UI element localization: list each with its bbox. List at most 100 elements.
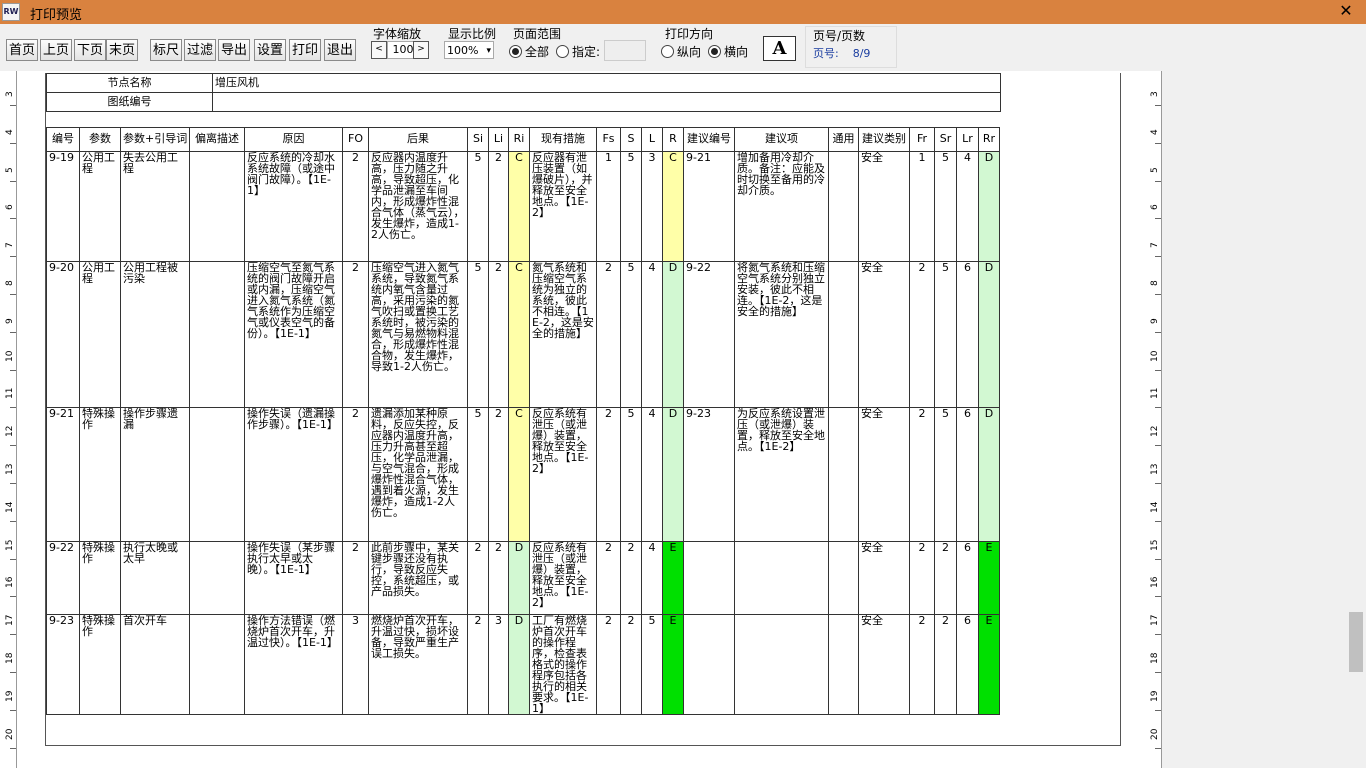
cell-fr: 1 <box>909 151 935 262</box>
cell-category: 安全 <box>858 614 910 715</box>
cell-consequence: 压缩空气进入氮气系统，导致氮气系统内氧气含量过高，采用污染的氮气吹扫或置换工艺系… <box>368 261 468 408</box>
next-page-button[interactable]: 下页 <box>74 39 106 61</box>
cell-rr: D <box>978 261 1000 408</box>
range-all-radio[interactable]: 全部 <box>509 43 549 60</box>
table-row: 9-20 公用工程 公用工程被污染 压缩空气至氮气系统的阀门故障开启或内漏，压缩空气进… <box>46 261 1000 408</box>
portrait-radio[interactable]: 纵向 <box>661 43 701 60</box>
cell-rr: D <box>978 407 1000 542</box>
cell-si: 5 <box>467 407 489 542</box>
export-button[interactable]: 导出 <box>218 39 250 61</box>
header-table: 节点名称 增压风机 图纸编号 <box>46 73 1001 112</box>
cell-general <box>828 261 859 408</box>
scale-select[interactable]: 100% ▾ <box>444 41 494 59</box>
ruler-number: 12 <box>5 425 15 438</box>
cell-fo: 2 <box>342 151 369 262</box>
cell-li: 2 <box>488 151 509 262</box>
ruler-tick <box>10 596 16 598</box>
header-row: 节点名称 增压风机 <box>46 73 1001 93</box>
ruler-tick <box>10 105 16 106</box>
font-icon[interactable]: A <box>763 36 796 61</box>
table-row: 9-23 特殊操作 首次开车 操作方法错误（燃烧炉首次开车，升温过快）。【1E-1】 3… <box>46 614 1000 715</box>
cell-dev <box>189 407 245 542</box>
ruler-number: 20 <box>5 728 15 740</box>
cell-cause: 操作失误（某步骤执行太早或太晚）。【1E-1】 <box>244 541 343 615</box>
cell-s: 5 <box>620 261 642 408</box>
column-header: R <box>662 127 684 152</box>
ruler-number: 13 <box>1150 463 1160 475</box>
prev-page-button[interactable]: 上页 <box>40 39 72 61</box>
ruler-tick <box>1155 331 1161 333</box>
range-specify-radio[interactable]: 指定: <box>556 43 600 60</box>
cell-rr: E <box>978 614 1000 715</box>
cell-measures: 氮气系统和压缩空气系统为独立的系统，彼此不相连。【1E-2，这是安全的措施】 <box>529 261 597 408</box>
settings-button[interactable]: 设置 <box>254 39 286 61</box>
ruler-button[interactable]: 标尺 <box>150 39 182 61</box>
cell-param: 特殊操作 <box>79 614 121 715</box>
landscape-radio[interactable]: 横向 <box>708 43 748 60</box>
cell-general <box>828 614 859 715</box>
exit-button[interactable]: 退出 <box>324 39 356 61</box>
cell-r: E <box>662 614 684 715</box>
drawing-no-label: 图纸编号 <box>46 92 213 112</box>
drawing-no-value <box>212 92 1001 112</box>
cell-param: 特殊操作 <box>79 407 121 542</box>
scale-label: 显示比例 <box>448 27 497 41</box>
cell-cause: 压缩空气至氮气系统的阀门故障开启或内漏，压缩空气进入氮气系统（氮气系统作为压缩空… <box>244 261 343 408</box>
ruler-number: 17 <box>5 614 15 627</box>
cell-li: 2 <box>488 407 509 542</box>
range-specify-label: 指定: <box>572 45 601 59</box>
scroll-thumb[interactable] <box>1349 612 1363 672</box>
cell-consequence: 燃烧炉首次开车，升温过快，损坏设备，导致严重生产误工损失。 <box>368 614 468 715</box>
cell-id: 9-21 <box>46 407 80 542</box>
cell-suggestion <box>734 541 829 615</box>
window-title: 打印预览 <box>30 8 83 23</box>
zoom-increase-button[interactable]: > <box>413 41 429 59</box>
ruler-tick <box>10 634 16 636</box>
cell-cause: 操作失误（遗漏操作步骤）。【1E-1】 <box>244 407 343 542</box>
ruler-tick <box>10 331 16 333</box>
ruler-number: 9 <box>5 318 15 324</box>
cell-measures: 反应系统有泄压（或泄爆）装置，释放至安全地点。【1E-2】 <box>529 407 597 542</box>
close-icon[interactable]: ✕ <box>1336 1 1356 21</box>
ruler-tick <box>10 709 16 711</box>
cell-l: 5 <box>641 614 663 715</box>
range-input[interactable] <box>604 40 646 61</box>
column-header: Fr <box>909 127 935 152</box>
table-row: 9-22 特殊操作 执行太晚或太早 操作失误（某步骤执行太早或太晚）。【1E-1】 2 此… <box>46 541 1000 615</box>
ruler-number: 14 <box>5 501 15 513</box>
zoom-decrease-button[interactable]: < <box>371 41 387 59</box>
cell-r: D <box>662 261 684 408</box>
last-page-button[interactable]: 末页 <box>106 39 138 61</box>
column-header-row: 编号 参数 参数+引导词 偏离描述 原因 FO 后果 Si Li Ri 现有措施 Fs S L R 建议编号建… <box>46 127 1000 152</box>
cell-rr: D <box>978 151 1000 262</box>
first-page-button[interactable]: 首页 <box>6 39 38 61</box>
ruler-number: 11 <box>5 387 15 400</box>
column-header: Ri <box>508 127 530 152</box>
filter-button[interactable]: 过滤 <box>184 39 216 61</box>
ruler-tick <box>10 407 16 409</box>
ruler-number: 10 <box>1150 350 1160 362</box>
cell-sr: 5 <box>934 261 957 408</box>
node-name-label: 节点名称 <box>46 73 213 93</box>
ruler-number: 7 <box>1150 242 1160 249</box>
preview-icon: RW <box>2 3 20 21</box>
radio-icon <box>556 45 569 58</box>
scale-value: 100% <box>447 44 479 57</box>
radio-icon <box>661 45 674 58</box>
cell-id: 9-19 <box>46 151 80 262</box>
print-button[interactable]: 打印 <box>289 39 321 61</box>
column-header: S <box>620 127 642 152</box>
column-header: 偏离描述 <box>189 127 245 152</box>
cell-si: 5 <box>467 261 489 408</box>
ruler-number: 12 <box>1150 425 1160 438</box>
hazop-table: 编号 参数 参数+引导词 偏离描述 原因 FO 后果 Si Li Ri 现有措施 Fs S L R 建议编号建… <box>46 127 1000 715</box>
ruler-number: 18 <box>1150 652 1160 664</box>
ruler-number: 20 <box>1150 728 1160 740</box>
cell-ri: D <box>508 541 530 615</box>
cell-r: E <box>662 541 684 615</box>
column-header: 后果 <box>368 127 468 152</box>
cell-fs: 2 <box>596 614 621 715</box>
column-header: 通用 <box>828 127 859 152</box>
ruler-tick <box>1155 520 1161 522</box>
vertical-scrollbar[interactable] <box>1346 71 1366 768</box>
